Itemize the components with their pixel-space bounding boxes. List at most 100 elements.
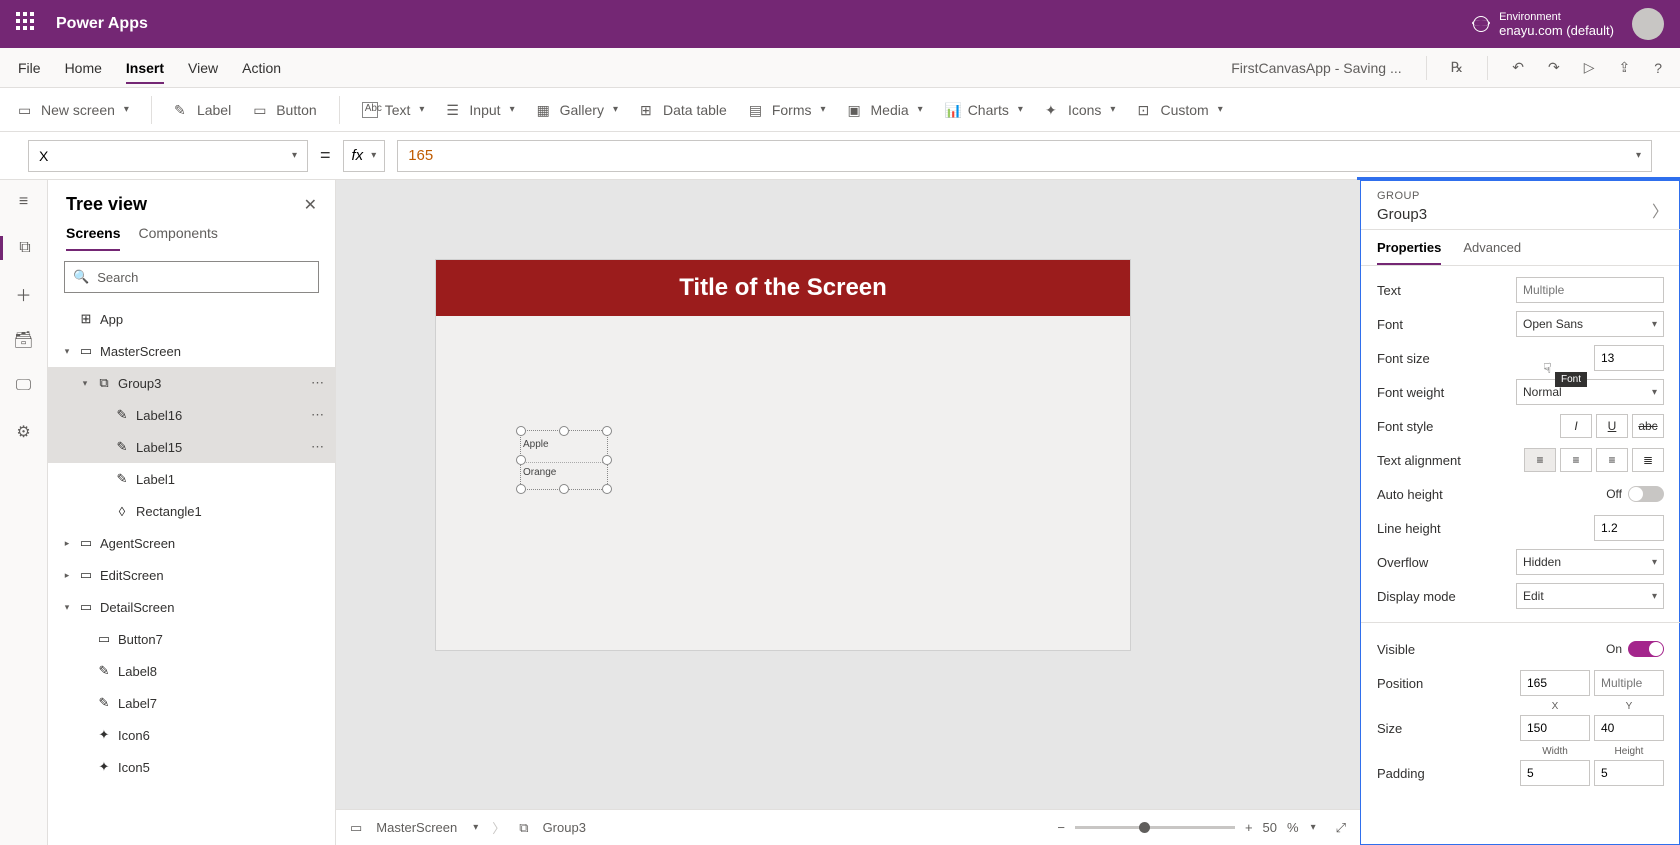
app-checker-icon[interactable]: ℞	[1451, 59, 1464, 76]
prop-fontweight-select[interactable]: Normal▾	[1516, 379, 1664, 405]
app-launcher-icon[interactable]	[16, 12, 40, 36]
selection-name: Group3	[1377, 206, 1664, 223]
align-right-button[interactable]: ≡	[1596, 448, 1628, 472]
hamburger-icon[interactable]: ≡	[12, 190, 36, 214]
tree-node-label15[interactable]: ✎Label15⋯	[48, 431, 335, 463]
strike-button[interactable]: abc	[1632, 414, 1664, 438]
prop-displaymode-select[interactable]: Edit▾	[1516, 583, 1664, 609]
label-icon: ✎	[96, 695, 112, 711]
tab-advanced[interactable]: Advanced	[1463, 230, 1521, 265]
insert-input[interactable]: ☰Input▾	[446, 102, 514, 118]
tree-node-icon6[interactable]: ✦Icon6	[48, 719, 335, 751]
search-input[interactable]: 🔍 Search	[64, 261, 319, 293]
fx-dropdown[interactable]: fx▾	[343, 140, 386, 172]
environment-picker[interactable]: Environment enayu.com (default)	[1473, 11, 1614, 37]
menu-file[interactable]: File	[18, 52, 41, 84]
position-y-input[interactable]	[1594, 670, 1664, 696]
more-icon[interactable]: ⋯	[311, 375, 325, 391]
tab-properties[interactable]: Properties	[1377, 230, 1441, 265]
insert-icons[interactable]: ✦Icons▾	[1045, 102, 1116, 118]
prop-fontsize-input[interactable]	[1594, 345, 1664, 371]
italic-button[interactable]: I	[1560, 414, 1592, 438]
expand-icon[interactable]: 〉	[1652, 198, 1668, 222]
insert-gallery[interactable]: ▦Gallery▾	[537, 102, 618, 118]
canvas-frame[interactable]: Title of the Screen Apple Orange	[436, 260, 1130, 650]
data-icon[interactable]: 🗃	[12, 328, 36, 352]
align-center-button[interactable]: ≡	[1560, 448, 1592, 472]
position-x-input[interactable]	[1520, 670, 1590, 696]
zoom-in-icon[interactable]: +	[1245, 820, 1253, 835]
tree-node-icon5[interactable]: ✦Icon5	[48, 751, 335, 783]
align-justify-button[interactable]: ≣	[1632, 448, 1664, 472]
menu-view[interactable]: View	[188, 52, 218, 84]
tree-node-label7[interactable]: ✎Label7	[48, 687, 335, 719]
prop-text-input[interactable]	[1516, 277, 1664, 303]
prop-font-select[interactable]: Open Sans▾	[1516, 311, 1664, 337]
size-w-input[interactable]	[1520, 715, 1590, 741]
tree-view-icon[interactable]: ⧉	[0, 236, 47, 260]
label-icon: ✎	[114, 471, 130, 487]
new-screen-button[interactable]: ▭New screen▾	[18, 102, 129, 118]
insert-forms[interactable]: ▤Forms▾	[749, 102, 826, 118]
padding-2-input[interactable]	[1594, 760, 1664, 786]
close-icon[interactable]: ✕	[304, 195, 317, 215]
insert-label[interactable]: ✎Label	[174, 102, 231, 118]
more-icon[interactable]: ⋯	[311, 407, 325, 423]
selection-type: GROUP	[1377, 190, 1664, 202]
equals-sign: =	[320, 145, 331, 166]
tools-icon[interactable]: ⚙	[12, 420, 36, 444]
help-icon[interactable]: ?	[1654, 60, 1662, 76]
tree-node-app[interactable]: ⊞App	[48, 303, 335, 335]
visible-toggle[interactable]	[1628, 641, 1664, 657]
insert-media[interactable]: ▣Media▾	[848, 102, 923, 118]
tab-components[interactable]: Components	[138, 225, 217, 251]
tree-node-label16[interactable]: ✎Label16⋯	[48, 399, 335, 431]
media-pane-icon[interactable]: 🖵	[12, 374, 36, 398]
selection-crumb[interactable]: Group3	[543, 820, 586, 835]
underline-button[interactable]: U	[1596, 414, 1628, 438]
zoom-out-icon[interactable]: −	[1057, 820, 1065, 835]
insert-custom[interactable]: ⊡Custom▾	[1137, 102, 1222, 118]
play-icon[interactable]: ▷	[1584, 59, 1595, 76]
selected-group[interactable]: Apple Orange	[520, 430, 608, 490]
group-label2: Orange	[521, 467, 607, 478]
insert-button[interactable]: ▭Button	[253, 102, 316, 118]
menu-action[interactable]: Action	[242, 52, 281, 84]
undo-icon[interactable]: ↶	[1512, 59, 1524, 76]
insert-text[interactable]: AbcText▾	[362, 102, 425, 118]
tree-node-group3[interactable]: ▾⧉Group3⋯	[48, 367, 335, 399]
tree-node-button7[interactable]: ▭Button7	[48, 623, 335, 655]
more-icon[interactable]: ⋯	[311, 439, 325, 455]
fit-icon[interactable]: ⤢	[1336, 820, 1346, 836]
avatar[interactable]	[1632, 8, 1664, 40]
tree-node-detailscreen[interactable]: ▾▭DetailScreen	[48, 591, 335, 623]
prop-lineheight-input[interactable]	[1594, 515, 1664, 541]
tree-node-agentscreen[interactable]: ▸▭AgentScreen	[48, 527, 335, 559]
insert-pane-icon[interactable]: ＋	[12, 282, 36, 306]
insert-charts[interactable]: 📊Charts▾	[945, 102, 1023, 118]
tree-view-title: Tree view	[66, 194, 147, 215]
tab-screens[interactable]: Screens	[66, 225, 120, 251]
padding-1-input[interactable]	[1520, 760, 1590, 786]
property-selector[interactable]: X▾	[28, 140, 308, 172]
tree-node-editscreen[interactable]: ▸▭EditScreen	[48, 559, 335, 591]
insert-datatable[interactable]: ⊞Data table	[640, 102, 727, 118]
share-icon[interactable]: ⇪	[1618, 59, 1630, 76]
zoom-slider[interactable]	[1075, 826, 1235, 829]
tree-node-rectangle1[interactable]: ◊Rectangle1	[48, 495, 335, 527]
screen-crumb[interactable]: MasterScreen	[376, 820, 457, 835]
autoheight-toggle[interactable]	[1628, 486, 1664, 502]
screen-icon: ▭	[78, 343, 94, 359]
redo-icon[interactable]: ↷	[1548, 59, 1560, 76]
align-left-button[interactable]: ≡	[1524, 448, 1556, 472]
tree-node-label8[interactable]: ✎Label8	[48, 655, 335, 687]
prop-overflow-select[interactable]: Hidden▾	[1516, 549, 1664, 575]
app-icon: ⊞	[78, 311, 94, 327]
topbar: Power Apps Environment enayu.com (defaul…	[0, 0, 1680, 48]
tree-node-masterscreen[interactable]: ▾▭MasterScreen	[48, 335, 335, 367]
size-h-input[interactable]	[1594, 715, 1664, 741]
formula-input[interactable]: 165▾	[397, 140, 1652, 172]
menu-home[interactable]: Home	[65, 52, 102, 84]
tree-node-label1[interactable]: ✎Label1	[48, 463, 335, 495]
menu-insert[interactable]: Insert	[126, 52, 164, 84]
